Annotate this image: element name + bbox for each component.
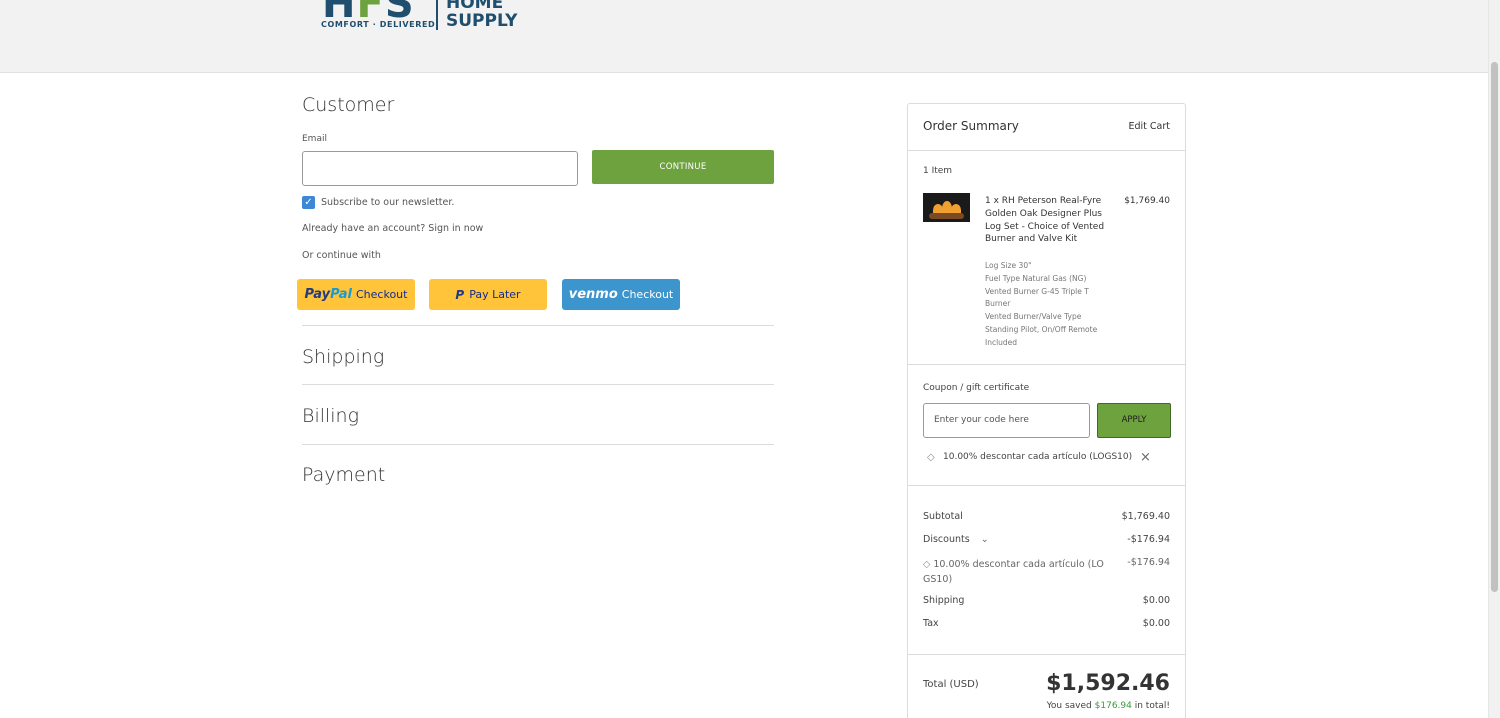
venmo-logo-icon: venmo	[568, 287, 618, 302]
chevron-down-icon: ⌄	[980, 534, 989, 545]
email-field[interactable]	[302, 151, 578, 186]
section-divider	[302, 325, 774, 326]
site-header: HFS COMFORT · DELIVERED HOME SUPPLY	[0, 0, 1488, 73]
option-fuel-type: Fuel Type Natural Gas (NG)	[985, 273, 1087, 283]
edit-cart-link[interactable]: Edit Cart	[1128, 121, 1170, 132]
discounts-toggle[interactable]: Discounts ⌄	[923, 534, 989, 545]
paypal-pay-later-button[interactable]: P Pay Later	[429, 279, 547, 310]
shipping-heading[interactable]: Shipping	[302, 346, 384, 368]
email-label: Email	[302, 134, 327, 144]
savings-note: You saved $176.94 in total!	[1047, 701, 1170, 711]
product-name: 1 x RH Peterson Real-Fyre Golden Oak Des…	[985, 196, 1105, 245]
discount-detail-value: -$176.94	[1127, 557, 1170, 568]
payment-heading[interactable]: Payment	[302, 464, 385, 486]
order-summary: Order Summary Edit Cart 1 Item 1 x RH Pe…	[907, 103, 1186, 718]
subtotal-value: $1,769.40	[1121, 511, 1170, 522]
section-divider	[302, 384, 774, 385]
coupon-code-input[interactable]: Enter your code here	[923, 403, 1090, 438]
paypal-logo-icon: PayPal	[304, 287, 352, 302]
product-price: $1,769.40	[1124, 196, 1170, 206]
product-options: Log Size 30" Fuel Type Natural Gas (NG) …	[985, 260, 1109, 350]
summary-divider	[908, 364, 1185, 365]
savings-prefix: You saved	[1046, 701, 1092, 711]
order-summary-title: Order Summary	[923, 119, 1019, 133]
section-divider	[302, 444, 774, 445]
logo-wordmark: HOME SUPPLY	[446, 0, 518, 31]
page-scrollbar[interactable]	[1488, 0, 1500, 718]
scrollbar-thumb[interactable]	[1491, 62, 1498, 592]
tax-label: Tax	[923, 618, 939, 629]
venmo-checkout-button[interactable]: venmo Checkout	[562, 279, 680, 310]
discount-detail-label: 10.00% descontar cada artículo (LO GS10)	[923, 559, 1104, 585]
total-label: Total (USD)	[923, 679, 979, 690]
summary-divider	[908, 150, 1185, 151]
log-shape	[929, 213, 964, 219]
customer-heading: Customer	[302, 94, 395, 116]
total-value: $1,592.46	[1046, 671, 1170, 696]
paypal-button-label: Checkout	[356, 288, 408, 301]
discounts-value: -$176.94	[1127, 534, 1170, 545]
shipping-value: $0.00	[1142, 595, 1170, 606]
option-log-size: Log Size 30"	[985, 261, 1032, 270]
discounts-label: Discounts	[923, 534, 970, 545]
paypal-p-icon: P	[455, 287, 465, 302]
option-valve-type: Vented Burner/Valve Type Standing Pilot,…	[985, 312, 1098, 347]
item-count: 1 Item	[923, 166, 953, 176]
discount-detail: ◇ 10.00% descontar cada artículo (LO GS1…	[923, 557, 1118, 587]
paypal-checkout-button[interactable]: PayPal Checkout	[297, 279, 415, 310]
summary-divider	[908, 485, 1185, 486]
check-icon: ✓	[304, 197, 313, 208]
or-continue-label: Or continue with	[302, 250, 381, 261]
subtotal-label: Subtotal	[923, 511, 963, 522]
remove-coupon-icon[interactable]: ×	[1140, 450, 1151, 465]
sign-in-link[interactable]: Sign in now	[428, 223, 483, 234]
tag-icon: ◇	[923, 559, 931, 570]
pay-later-label: Pay Later	[469, 288, 521, 301]
applied-coupon: 10.00% descontar cada artículo (LOGS10)	[943, 452, 1133, 462]
tax-value: $0.00	[1142, 618, 1170, 629]
venmo-button-label: Checkout	[621, 288, 674, 301]
logo-mark: HFS COMFORT · DELIVERED	[320, 0, 436, 30]
logo-tagline: COMFORT · DELIVERED	[321, 20, 436, 29]
coupon-label: Coupon / gift certificate	[923, 383, 1030, 393]
account-prompt-text: Already have an account?	[302, 223, 426, 234]
summary-divider	[908, 654, 1185, 655]
product-thumbnail	[923, 193, 970, 222]
shipping-label: Shipping	[923, 595, 965, 606]
savings-suffix: in total!	[1134, 701, 1170, 711]
newsletter-checkbox[interactable]: ✓	[302, 196, 315, 209]
account-prompt: Already have an account? Sign in now	[302, 223, 483, 234]
apply-coupon-button[interactable]: APPLY	[1097, 403, 1171, 438]
continue-button[interactable]: CONTINUE	[592, 150, 774, 184]
newsletter-label: Subscribe to our newsletter.	[321, 197, 455, 208]
tag-icon: ◇	[927, 452, 935, 463]
savings-amount: $176.94	[1094, 701, 1132, 711]
store-logo[interactable]: HFS COMFORT · DELIVERED HOME SUPPLY	[320, 0, 517, 32]
option-burner: Vented Burner G-45 Triple T Burner	[985, 286, 1089, 309]
logo-divider	[436, 0, 438, 30]
billing-heading[interactable]: Billing	[302, 405, 359, 427]
logo-letters: HFS	[322, 0, 415, 27]
